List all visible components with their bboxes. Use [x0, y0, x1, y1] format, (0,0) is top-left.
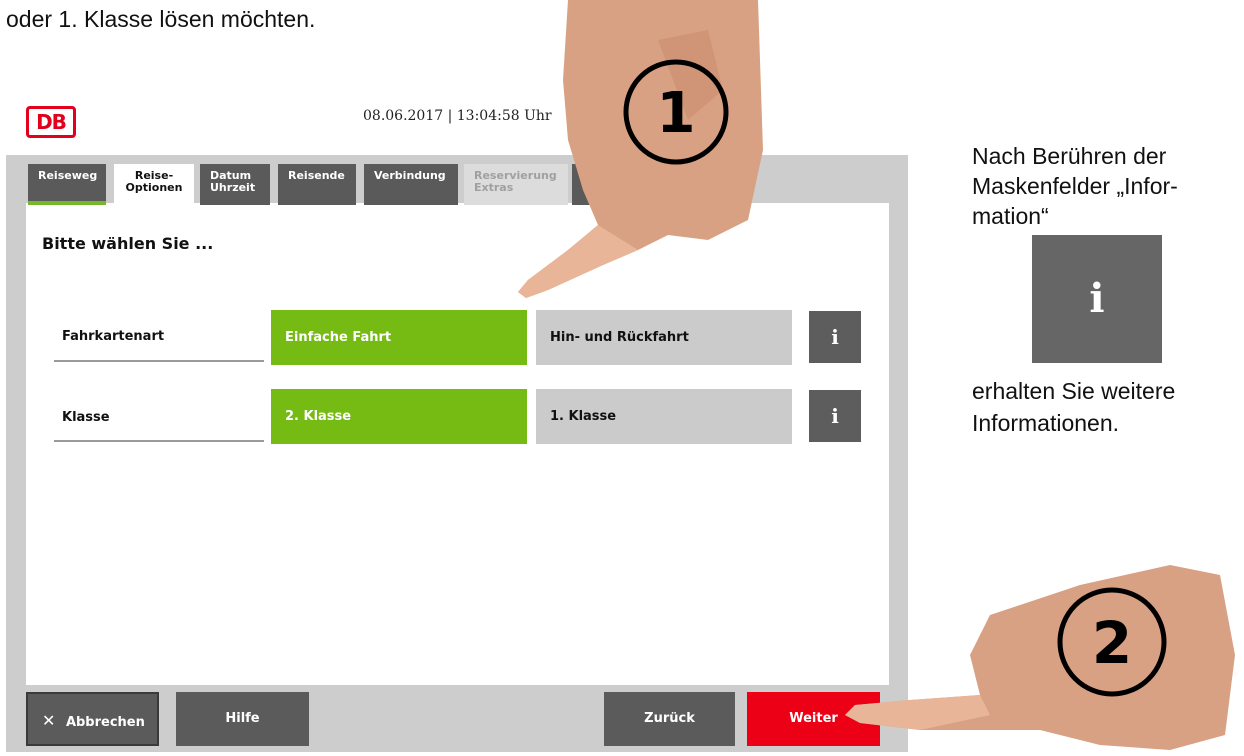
db-logo: DB	[26, 106, 76, 138]
tab-reiseweg[interactable]: Reiseweg	[28, 164, 106, 205]
side-text-line: mation“	[972, 203, 1049, 229]
pointing-hand-illustration: 1	[518, 0, 763, 298]
side-text-line: Nach Berühren der	[972, 143, 1167, 169]
tab-label: Reiseweg	[38, 169, 98, 182]
option-einfache-fahrt[interactable]: Einfache Fahrt	[271, 310, 527, 365]
row-label-fahrkartenart: Fahrkartenart	[54, 329, 264, 362]
instruction-text: oder 1. Klasse lösen möchten.	[6, 6, 316, 32]
option-2-klasse[interactable]: 2. Klasse	[271, 389, 527, 444]
tab-datum-uhrzeit[interactable]: Datum Uhrzeit	[200, 164, 270, 205]
pointing-hand-illustration: 2	[845, 565, 1235, 750]
info-icon[interactable]: i	[809, 311, 861, 363]
cancel-label: Abbrechen	[65, 715, 145, 730]
tab-label: Reisende	[288, 169, 345, 182]
tab-reise-optionen[interactable]: Reise- Optionen	[114, 164, 194, 212]
tab-label: Optionen	[125, 181, 183, 194]
tab-reisende[interactable]: Reisende	[278, 164, 356, 205]
step-number-1: 1	[657, 81, 696, 146]
side-text-line: Informationen.	[972, 410, 1120, 436]
page-heading: Bitte wählen Sie ...	[42, 234, 214, 253]
side-text-line: erhalten Sie weitere	[972, 378, 1176, 404]
help-button[interactable]: Hilfe	[176, 692, 309, 746]
step-number-2: 2	[1092, 609, 1132, 677]
row-label-klasse: Klasse	[54, 410, 264, 442]
info-icon[interactable]: i	[809, 390, 861, 442]
back-button[interactable]: Zurück	[604, 692, 735, 746]
option-1-klasse[interactable]: 1. Klasse	[536, 389, 792, 444]
cancel-button[interactable]: ✕ Abbrechen	[26, 692, 159, 746]
info-icon: i	[1032, 235, 1162, 363]
close-icon: ✕	[42, 711, 56, 730]
tab-label: Uhrzeit	[210, 181, 256, 194]
option-hin-und-rueckfahrt[interactable]: Hin- und Rückfahrt	[536, 310, 792, 365]
side-text-line: Maskenfelder „Infor-	[972, 173, 1178, 199]
tab-verbindung[interactable]: Verbindung	[364, 164, 458, 205]
tab-label: Verbindung	[374, 169, 446, 182]
